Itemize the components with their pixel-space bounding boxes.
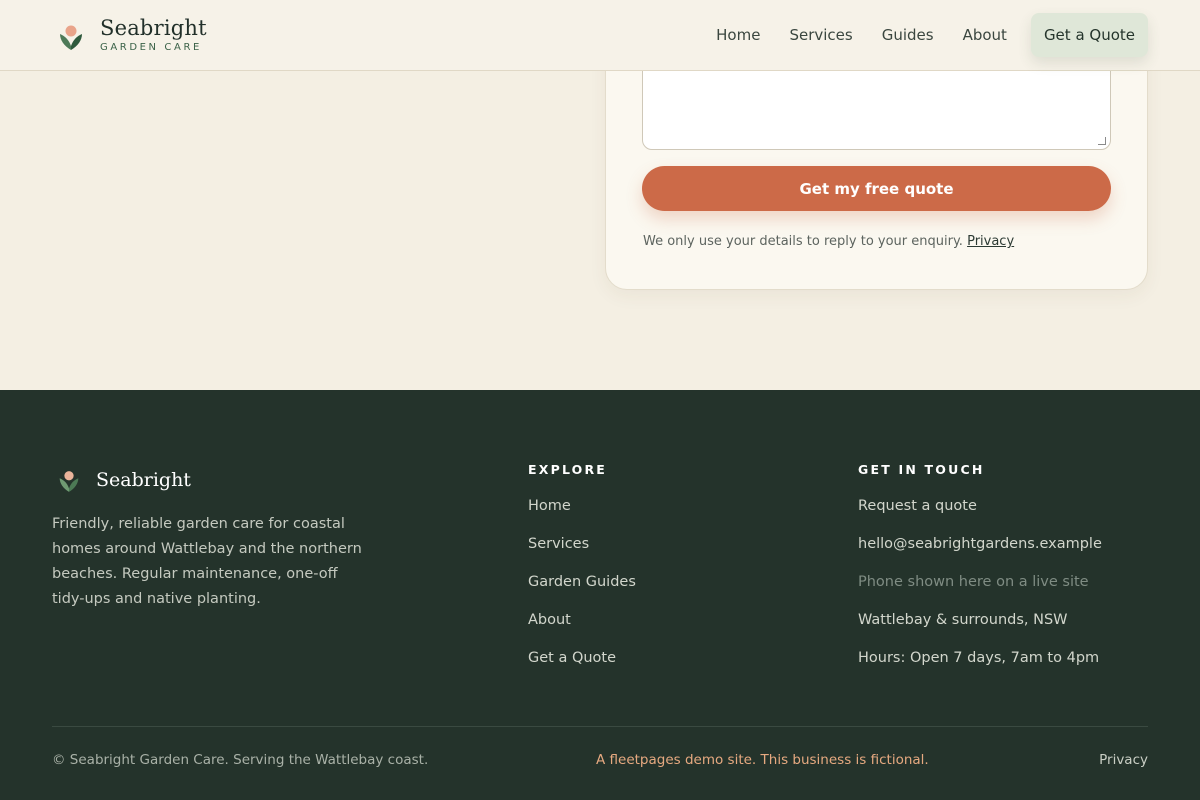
footer-demo-note: A fleetpages demo site. This business is… <box>596 752 929 768</box>
footer-explore: EXPLORE Home Services Garden Guides Abou… <box>528 462 636 687</box>
get-a-quote-button[interactable]: Get a Quote <box>1030 13 1148 57</box>
brand-tagline: GARDEN CARE <box>100 42 202 53</box>
footer-location: Wattlebay & surrounds, NSW <box>858 612 1068 628</box>
privacy-note: We only use your details to reply to you… <box>643 234 1014 249</box>
tulip-icon <box>59 471 79 492</box>
footer-link-services[interactable]: Services <box>528 535 636 553</box>
footer-privacy-link[interactable]: Privacy <box>1099 752 1148 768</box>
footer-phone: Phone shown here on a live site <box>858 574 1089 590</box>
get-free-quote-button[interactable]: Get my free quote <box>642 166 1111 211</box>
footer-link-about[interactable]: About <box>528 611 636 629</box>
explore-heading: EXPLORE <box>528 462 608 477</box>
site-header: Seabright GARDEN CARE Home Services Guid… <box>0 0 1200 71</box>
nav-guides[interactable]: Guides <box>882 13 934 57</box>
contact-heading: GET IN TOUCH <box>858 462 985 477</box>
footer-email-link[interactable]: hello@seabrightgardens.example <box>858 535 1102 553</box>
footer-link-get-a-quote[interactable]: Get a Quote <box>528 649 636 667</box>
main-nav: Home Services Guides About Get a Quote <box>687 13 1148 57</box>
brand-logo[interactable]: Seabright GARDEN CARE <box>58 18 207 53</box>
resize-grip-icon[interactable] <box>1098 137 1106 145</box>
nav-home[interactable]: Home <box>716 13 760 57</box>
site-footer: Seabright Friendly, reliable garden care… <box>0 390 1200 800</box>
tulip-icon <box>60 25 82 50</box>
footer-link-home[interactable]: Home <box>528 497 636 515</box>
footer-description: Friendly, reliable garden care for coast… <box>52 516 362 607</box>
nav-services[interactable]: Services <box>789 13 852 57</box>
footer-link-request-quote[interactable]: Request a quote <box>858 497 1102 515</box>
footer-copyright: © Seabright Garden Care. Serving the Wat… <box>52 752 429 768</box>
footer-brand[interactable]: Seabright <box>58 466 191 494</box>
footer-brand-name: Seabright <box>96 469 191 491</box>
footer-hours: Hours: Open 7 days, 7am to 4pm <box>858 650 1100 666</box>
privacy-link[interactable]: Privacy <box>967 234 1014 249</box>
brand-name: Seabright <box>100 16 207 40</box>
footer-link-garden-guides[interactable]: Garden Guides <box>528 573 636 591</box>
privacy-note-text: We only use your details to reply to you… <box>643 234 963 249</box>
footer-contact: GET IN TOUCH Request a quote hello@seabr… <box>858 462 1102 687</box>
nav-about[interactable]: About <box>963 13 1007 57</box>
footer-divider <box>52 726 1148 727</box>
